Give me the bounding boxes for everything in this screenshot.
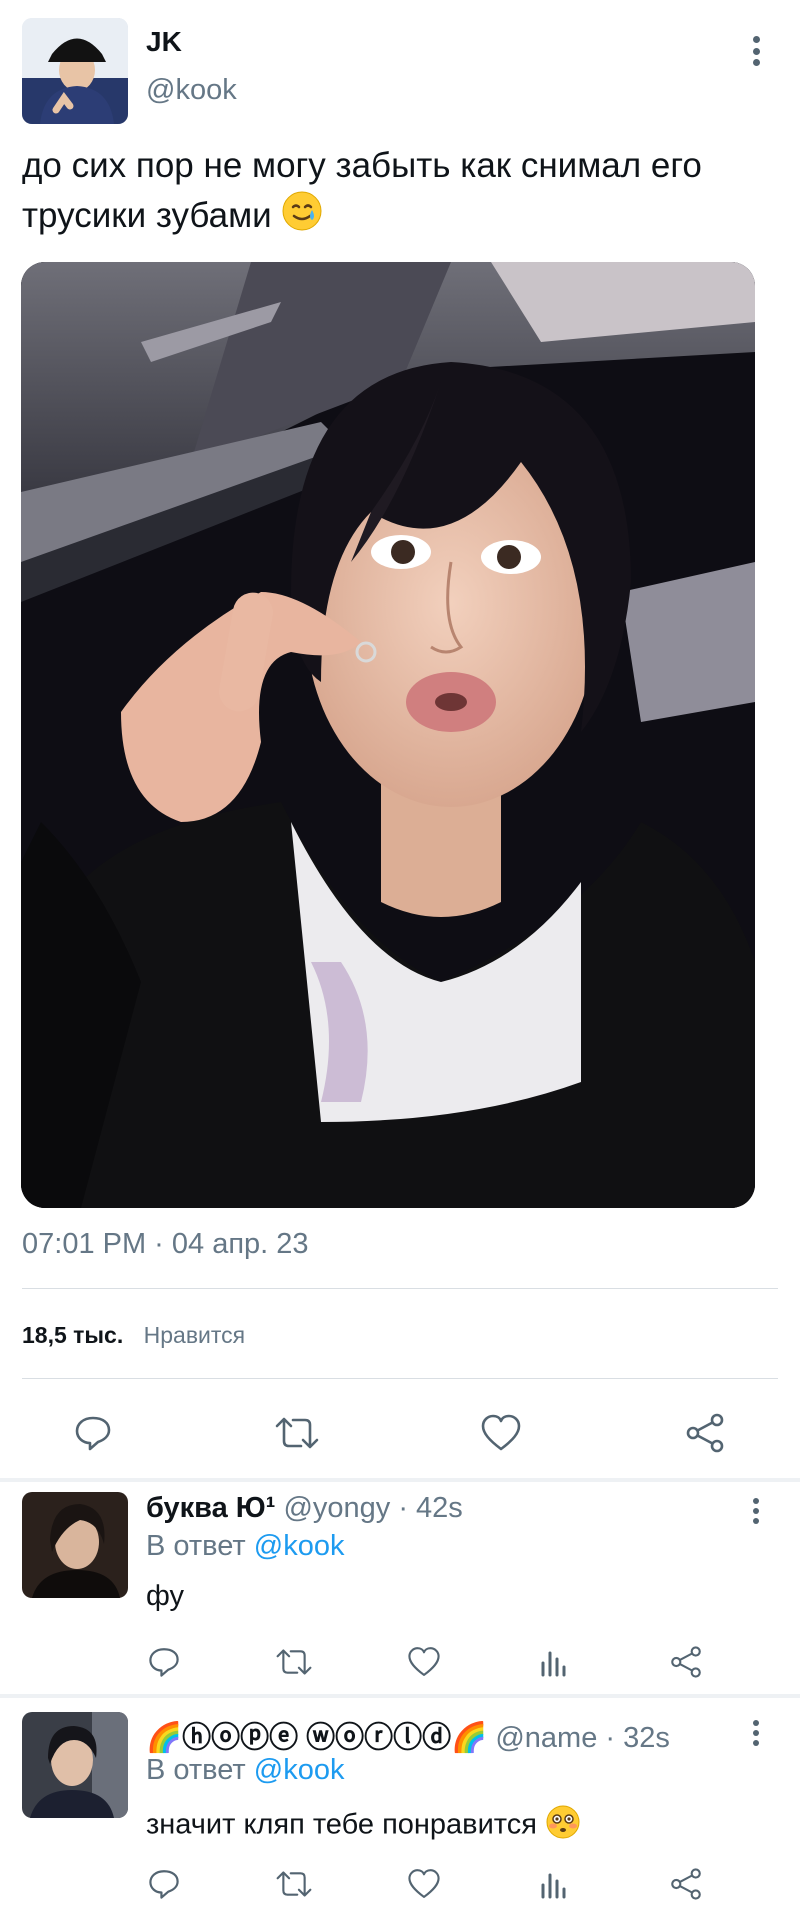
avatar-photo: [22, 18, 128, 124]
reply-button[interactable]: [68, 1408, 118, 1458]
tweet-text: до сих пор не могу забыть как снимал его…: [22, 142, 782, 245]
author-avatar[interactable]: [22, 18, 128, 124]
retweet-button[interactable]: [272, 1640, 316, 1684]
heart-icon: [481, 1414, 521, 1451]
analytics-button[interactable]: [532, 1640, 576, 1684]
share-icon: [686, 1413, 724, 1453]
author-name[interactable]: JK: [146, 26, 182, 58]
retweet-button[interactable]: [272, 1862, 316, 1906]
reply-author-handle[interactable]: @yongy: [283, 1492, 390, 1524]
analytics-icon: [541, 1873, 566, 1899]
reply-header: 🌈ⓗⓞⓟⓔ ⓦⓞⓡⓛⓓ🌈 @name · 32s: [146, 1714, 670, 1756]
reply-text-body: значит кляп тебе понравится: [146, 1808, 537, 1841]
reply-to-prefix: В ответ: [146, 1530, 246, 1562]
section-separator: [0, 1694, 800, 1698]
like-button[interactable]: [402, 1640, 446, 1684]
reply-icon: [149, 1870, 179, 1899]
reply-author-handle[interactable]: @name: [495, 1722, 597, 1754]
tweet-text-body: до сих пор не могу забыть как снимал его…: [22, 146, 702, 235]
tweet-timestamp[interactable]: 07:01 PM · 04 апр. 23: [22, 1228, 309, 1261]
reply-to-handle[interactable]: @kook: [254, 1530, 345, 1562]
reply-button[interactable]: [142, 1862, 186, 1906]
reply-time: · 32s: [605, 1722, 670, 1754]
reply-to-line: В ответ @kook: [146, 1754, 344, 1787]
likes-stats[interactable]: 18,5 тыс. Нравится: [22, 1322, 245, 1349]
retweet-button[interactable]: [272, 1408, 322, 1458]
avatar-photo: [22, 1492, 128, 1598]
analytics-icon: [541, 1651, 566, 1677]
analytics-button[interactable]: [532, 1862, 576, 1906]
divider: [22, 1288, 778, 1289]
share-button[interactable]: [664, 1640, 708, 1684]
reply-icon: [149, 1648, 179, 1677]
retweet-icon: [276, 1871, 312, 1897]
reply-header: буква Ю¹ @yongy · 42s: [146, 1492, 463, 1525]
share-icon: [671, 1646, 701, 1678]
smiling-tear-icon: [281, 190, 323, 245]
reply-to-handle[interactable]: @kook: [254, 1754, 345, 1786]
reply-text: фу: [146, 1580, 185, 1612]
heart-icon: [408, 1647, 440, 1677]
reply-to-line: В ответ @kook: [146, 1530, 344, 1563]
reply-to-prefix: В ответ: [146, 1754, 246, 1786]
like-button[interactable]: [402, 1862, 446, 1906]
retweet-icon: [275, 1417, 319, 1449]
reply-avatar[interactable]: [22, 1492, 128, 1598]
reply-author-name[interactable]: 🌈ⓗⓞⓟⓔ ⓦⓞⓡⓛⓓ🌈: [146, 1722, 487, 1754]
share-button[interactable]: [664, 1862, 708, 1906]
reply-icon: [75, 1416, 111, 1451]
reply-time: · 42s: [398, 1492, 463, 1524]
author-handle[interactable]: @kook: [146, 74, 237, 107]
reply-text: значит кляп тебе понравится: [146, 1804, 581, 1848]
more-options-icon[interactable]: [751, 1720, 761, 1746]
share-icon: [671, 1868, 701, 1900]
reply-avatar[interactable]: [22, 1712, 128, 1818]
share-button[interactable]: [680, 1408, 730, 1458]
reply-author-name[interactable]: буква Ю¹: [146, 1492, 275, 1524]
photo-image: [21, 262, 755, 1208]
more-options-icon[interactable]: [751, 1498, 761, 1524]
likes-count: 18,5 тыс.: [22, 1322, 124, 1348]
flushed-face-icon: [545, 1804, 581, 1848]
tweet-photo[interactable]: [21, 262, 755, 1208]
reply-button[interactable]: [142, 1640, 186, 1684]
reply-item[interactable]: буква Ю¹ @yongy · 42s В ответ @kook фу: [0, 1482, 800, 1690]
retweet-icon: [276, 1649, 312, 1675]
more-options-icon[interactable]: [751, 36, 761, 66]
avatar-photo: [22, 1712, 128, 1818]
like-button[interactable]: [476, 1408, 526, 1458]
reply-item[interactable]: 🌈ⓗⓞⓟⓔ ⓦⓞⓡⓛⓓ🌈 @name · 32s В ответ @kook з…: [0, 1700, 800, 1920]
heart-icon: [408, 1869, 440, 1899]
likes-label: Нравится: [143, 1322, 246, 1348]
divider: [22, 1378, 778, 1379]
